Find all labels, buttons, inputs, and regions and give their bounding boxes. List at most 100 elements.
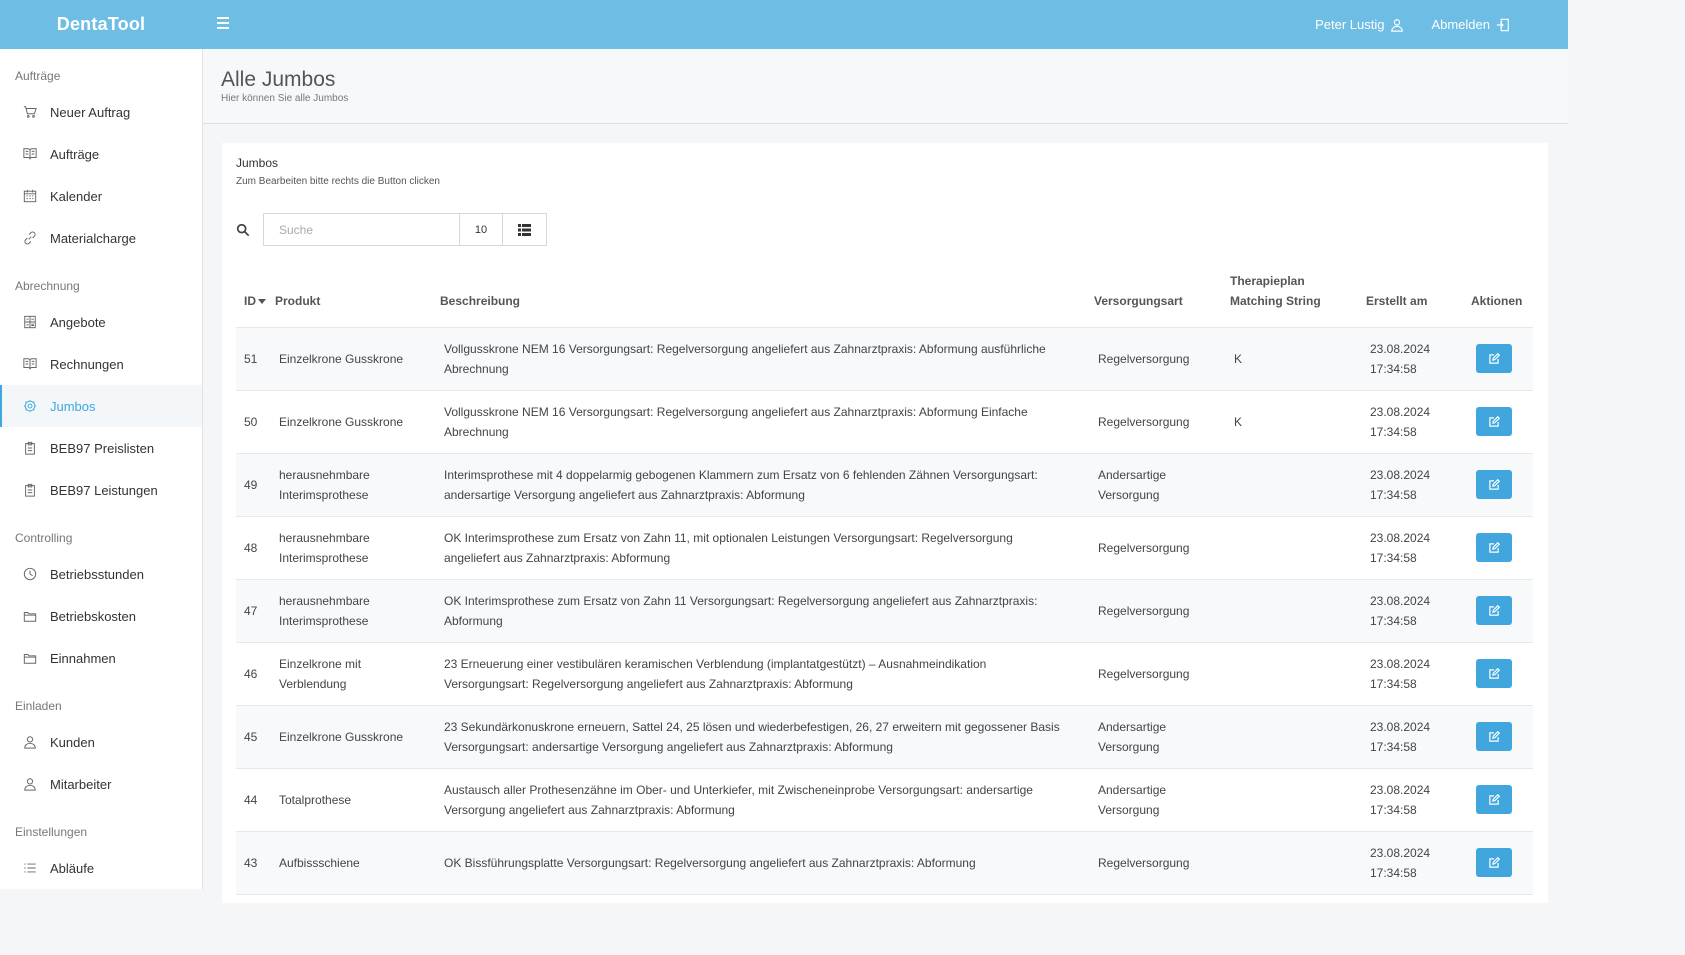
sidebar-item-jumbos[interactable]: Jumbos — [0, 385, 202, 427]
cell-therapieplan — [1230, 831, 1366, 895]
col-header-id[interactable]: ID — [236, 269, 275, 328]
table-body: 51 Einzelkrone Gusskrone Vollgusskrone NEM… — [236, 327, 1533, 895]
cell-versorgungsart: Andersartige Versorgung — [1094, 768, 1230, 832]
brand-logo[interactable]: DentaTool — [0, 0, 202, 49]
jumbos-table: ID Produkt Beschreibung Versorgungsart T… — [236, 269, 1533, 895]
cell-therapieplan — [1230, 516, 1366, 580]
table-row: 44 Totalprothese Austausch aller Prothesen… — [236, 768, 1533, 832]
sidebar-section-auftraege: Aufträge — [15, 69, 61, 83]
cell-time: 17:34:58 — [1370, 613, 1417, 628]
col-header-erstellt[interactable]: Erstellt am — [1366, 269, 1471, 328]
sidebar-item-label: BEB97 Preislisten — [50, 440, 155, 456]
cell-beschreibung: Vollgusskrone NEM 16 Versorgungsart: Reg… — [440, 327, 1094, 391]
cell-id: 43 — [236, 831, 275, 895]
sort-desc-icon — [258, 298, 266, 304]
edit-icon — [1489, 730, 1500, 742]
sidebar-item-betriebsstunden[interactable]: Betriebsstunden — [0, 553, 202, 595]
cell-id: 44 — [236, 768, 275, 832]
clipboard-icon — [22, 482, 38, 498]
sidebar-item-einnahmen[interactable]: Einnahmen — [0, 637, 202, 679]
sidebar-item-label: Jumbos — [50, 398, 96, 414]
cell-beschreibung: 23 Erneuerung einer vestibulären keramis… — [440, 642, 1094, 706]
edit-icon — [1489, 856, 1500, 868]
user-icon — [22, 776, 38, 792]
cell-id: 48 — [236, 516, 275, 580]
user-icon — [22, 734, 38, 750]
sidebar-item-neuer-auftrag[interactable]: Neuer Auftrag — [0, 91, 202, 133]
cell-time: 17:34:58 — [1370, 865, 1417, 880]
col-header-id-label: ID — [244, 293, 256, 308]
col-header-therapieplan[interactable]: Therapieplan Matching String — [1230, 269, 1366, 328]
cell-versorgungsart: Regelversorgung — [1094, 516, 1230, 580]
search-icon — [236, 223, 250, 236]
sidebar-item-label: Aufträge — [50, 146, 100, 162]
edit-icon — [1489, 415, 1500, 427]
edit-icon — [1489, 541, 1500, 553]
user-menu[interactable]: Peter Lustig — [1315, 17, 1404, 32]
col-header-beschreibung[interactable]: Beschreibung — [440, 269, 1094, 328]
top-right-nav: Peter Lustig Abmelden — [1315, 0, 1568, 49]
sidebar-item-label: Neuer Auftrag — [50, 104, 131, 120]
table-row: 48 herausnehmbare Interimsprothese OK Inte… — [236, 516, 1533, 580]
link-icon — [22, 230, 38, 246]
cell-id: 49 — [236, 453, 275, 517]
logout-link[interactable]: Abmelden — [1431, 17, 1510, 32]
edit-button[interactable] — [1476, 659, 1512, 688]
cell-date: 23.08.2024 — [1370, 782, 1431, 797]
sidebar-section-abrechnung: Abrechnung — [15, 279, 80, 293]
column-view-toggle[interactable] — [503, 213, 547, 246]
edit-button[interactable] — [1476, 722, 1512, 751]
edit-button[interactable] — [1476, 848, 1512, 877]
search-input[interactable] — [263, 213, 460, 246]
cell-aktionen — [1471, 516, 1533, 580]
cell-time: 17:34:58 — [1370, 487, 1417, 502]
sidebar-item-label: Mitarbeiter — [50, 776, 112, 792]
sidebar-item-beb97-preislisten[interactable]: BEB97 Preislisten — [0, 427, 202, 469]
sidebar-item-materialcharge[interactable]: Materialcharge — [0, 217, 202, 259]
cell-date: 23.08.2024 — [1370, 404, 1431, 419]
book-icon — [22, 356, 38, 372]
col-header-aktionen: Aktionen — [1471, 269, 1533, 328]
folder-icon — [22, 608, 38, 624]
sidebar-item-mitarbeiter[interactable]: Mitarbeiter — [0, 763, 202, 805]
sidebar-item-kalender[interactable]: Kalender — [0, 175, 202, 217]
edit-icon — [1489, 352, 1500, 364]
col-header-versorgungsart[interactable]: Versorgungsart — [1094, 269, 1230, 328]
sidebar-item-label: Abläufe — [50, 860, 95, 876]
sidebar-item-label: BEB97 Leistungen — [50, 482, 158, 498]
col-header-produkt[interactable]: Produkt — [275, 269, 440, 328]
cell-time: 17:34:58 — [1370, 739, 1417, 754]
sidebar-item-label: Kunden — [50, 734, 95, 750]
sidebar-item-beb97-leistungen[interactable]: BEB97 Leistungen — [0, 469, 202, 511]
cell-produkt: Einzelkrone mit Verblendung — [275, 642, 440, 706]
edit-button[interactable] — [1476, 470, 1512, 499]
edit-button[interactable] — [1476, 344, 1512, 373]
edit-button[interactable] — [1476, 533, 1512, 562]
col-header-therapieplan-line1: Therapieplan — [1230, 273, 1305, 288]
sidebar-item-auftraege[interactable]: Aufträge — [0, 133, 202, 175]
sidebar-item-angebote[interactable]: Angebote — [0, 301, 202, 343]
sidebar-item-rechnungen[interactable]: Rechnungen — [0, 343, 202, 385]
edit-button[interactable] — [1476, 407, 1512, 436]
book-icon — [22, 146, 38, 162]
cell-id: 45 — [236, 705, 275, 769]
edit-button[interactable] — [1476, 785, 1512, 814]
cell-aktionen — [1471, 768, 1533, 832]
cell-date: 23.08.2024 — [1370, 530, 1431, 545]
sidebar-item-label: Betriebsstunden — [50, 566, 144, 582]
sidebar-item-betriebskosten[interactable]: Betriebskosten — [0, 595, 202, 637]
calculator-icon — [22, 314, 38, 330]
cell-beschreibung: OK Interimsprothese zum Ersatz von Zahn … — [440, 516, 1094, 580]
cell-versorgungsart: Regelversorgung — [1094, 831, 1230, 895]
sidebar-item-ablaeufe[interactable]: Abläufe — [0, 847, 202, 889]
cell-therapieplan — [1230, 768, 1366, 832]
cell-produkt: Einzelkrone Gusskrone — [275, 327, 440, 391]
table-row: 45 Einzelkrone Gusskrone 23 Sekundärkonusk… — [236, 705, 1533, 769]
page-size-select[interactable]: 10 — [460, 213, 503, 246]
edit-button[interactable] — [1476, 596, 1512, 625]
sidebar-item-kunden[interactable]: Kunden — [0, 721, 202, 763]
cell-therapieplan — [1230, 453, 1366, 517]
edit-icon — [1489, 667, 1500, 679]
cell-beschreibung: OK Bissführungsplatte Versorgungsart: Re… — [440, 831, 1094, 895]
menu-toggle-icon[interactable] — [214, 14, 232, 34]
